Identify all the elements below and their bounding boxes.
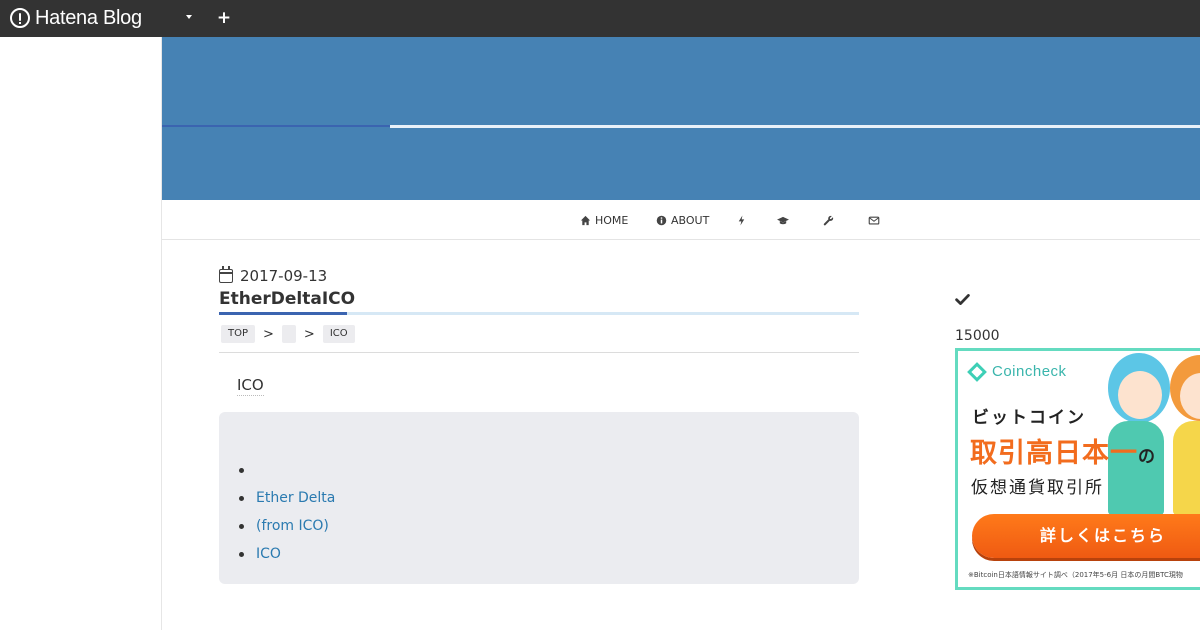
ad-headline-2: 取引高日本一の [970, 431, 1156, 470]
table-of-contents-box: Ether Delta (from ICO) ICO [219, 412, 859, 584]
calendar-icon [219, 266, 233, 283]
bullet-icon [239, 467, 244, 473]
logo-text: Hatena Blog [35, 6, 142, 29]
ad-brand: Coincheck [967, 361, 1067, 382]
hatena-logo-icon [10, 8, 30, 28]
coincheck-logo-icon [967, 361, 987, 382]
entry-title[interactable]: EtherDeltaICO [219, 289, 355, 309]
nav-home-label: HOME [595, 213, 629, 227]
ad-footnote: ※Bitcoin日本語情報サイト調べ（2017年5-6月 日本の月間BTC現物 [968, 571, 1183, 579]
ad-cta-button[interactable]: 詳しくはこちら [972, 514, 1200, 558]
top-bar: Hatena Blog + [0, 0, 1200, 37]
entry-lead-text: ICO [237, 376, 264, 396]
add-button[interactable]: + [216, 6, 232, 30]
ad-headline-2-main: 取引高日本一 [970, 438, 1138, 469]
list-item: (from ICO) [239, 512, 335, 540]
coincheck-ad-banner[interactable]: Coincheck ビットコイン 取引高日本一の 仮想通貨取引所 詳しくはこちら… [955, 348, 1200, 590]
bolt-icon [738, 214, 745, 226]
breadcrumb-ico[interactable]: ICO [322, 325, 355, 343]
nav-tools[interactable] [823, 212, 834, 228]
breadcrumb-top[interactable]: TOP [221, 325, 256, 343]
ad-headline-3: 仮想通貨取引所 [971, 478, 1104, 498]
dropdown-caret-icon[interactable] [186, 15, 192, 19]
section-divider [219, 352, 859, 353]
bullet-icon [239, 495, 244, 501]
breadcrumb-separator: > [303, 326, 315, 342]
toc-link-ether-delta[interactable]: Ether Delta [256, 490, 335, 506]
check-icon [955, 294, 970, 305]
table-of-contents-list: Ether Delta (from ICO) ICO [239, 456, 335, 568]
bullet-icon [239, 551, 244, 557]
sidebar-count-text: 15000 [955, 328, 1000, 344]
home-icon [580, 215, 591, 225]
nav-about-label: ABOUT [671, 213, 710, 227]
hatena-blog-logo[interactable]: Hatena Blog [10, 7, 142, 29]
breadcrumb-category[interactable] [281, 325, 296, 343]
ad-headline-2-suffix: の [1138, 447, 1156, 467]
left-margin-column [0, 37, 162, 630]
info-icon [656, 215, 667, 225]
nav-about[interactable]: ABOUT [656, 212, 709, 228]
nav-contact[interactable] [868, 212, 880, 228]
graduation-cap-icon [777, 216, 789, 224]
entry-date[interactable]: 2017-09-13 [219, 266, 327, 286]
ad-headline-1: ビットコイン [972, 408, 1086, 428]
ad-character-2-body [1173, 421, 1200, 515]
list-item: Ether Delta [239, 484, 335, 512]
entry-date-text: 2017-09-13 [240, 267, 328, 285]
nav-education[interactable] [776, 212, 790, 228]
list-item: ICO [239, 540, 335, 568]
breadcrumb-separator: > [263, 326, 274, 342]
toc-link-ico[interactable]: ICO [256, 546, 281, 562]
nav-home[interactable]: HOME [580, 212, 628, 228]
ad-character-face [1118, 371, 1162, 419]
global-nav: HOME ABOUT [162, 200, 1200, 240]
blog-header-banner [162, 37, 1200, 200]
nav-bolt[interactable] [736, 212, 747, 228]
title-underline-accent [219, 312, 347, 315]
header-accent-line [162, 125, 390, 127]
header-divider-line [390, 125, 1200, 128]
breadcrumb: TOP > > ICO [221, 325, 355, 343]
bullet-icon [239, 523, 244, 529]
list-item [239, 456, 335, 484]
wrench-icon [823, 215, 834, 225]
ad-brand-text: Coincheck [992, 363, 1067, 380]
toc-link-from-ico[interactable]: (from ICO) [256, 518, 329, 534]
envelope-icon [868, 216, 880, 225]
